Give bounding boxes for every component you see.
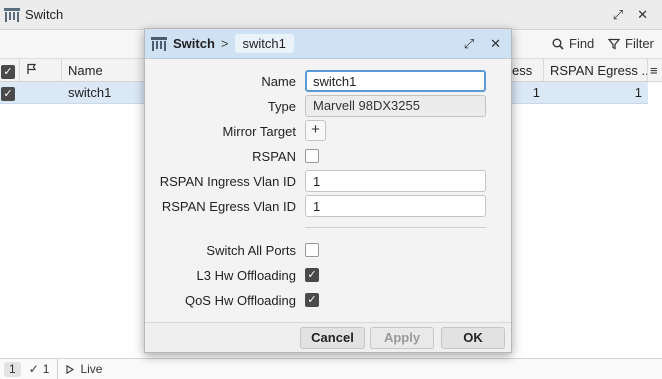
- switch-icon: [151, 36, 167, 51]
- row-rspan-egress-cell: 1: [634, 85, 642, 100]
- rspan-ingress-label: RSPAN Ingress Vlan ID: [159, 174, 296, 189]
- switch-icon: [4, 7, 20, 22]
- switch-all-ports-checkbox[interactable]: [305, 243, 319, 257]
- close-icon[interactable]: ✕: [490, 36, 501, 52]
- find-button[interactable]: Find: [552, 36, 594, 51]
- type-label: Type: [267, 99, 296, 114]
- add-mirror-target-button[interactable]: +: [305, 120, 326, 141]
- filter-icon: [608, 38, 620, 49]
- qos-hw-offloading-label: QoS Hw Offloading: [184, 293, 296, 308]
- selected-count: ✓ 1: [29, 362, 50, 376]
- main-window-titlebar: Switch ⤢ ✕: [0, 0, 662, 30]
- dialog-titlebar[interactable]: Switch > switch1 ⤢ ✕: [145, 29, 511, 59]
- switch-dialog: Switch > switch1 ⤢ ✕ Name Type Marvell 9…: [144, 28, 512, 353]
- type-field: Marvell 98DX3255: [305, 95, 486, 117]
- status-bar: 1 ✓ 1 Live: [0, 358, 662, 379]
- column-menu-icon[interactable]: ≡: [648, 59, 662, 82]
- select-all-checkbox[interactable]: ✓: [1, 64, 15, 79]
- rspan-checkbox[interactable]: [305, 149, 319, 163]
- cancel-button[interactable]: Cancel: [300, 327, 365, 349]
- restore-icon[interactable]: ⤢: [613, 7, 623, 23]
- ok-button[interactable]: OK: [441, 327, 505, 349]
- rspan-label: RSPAN: [252, 149, 296, 164]
- filter-button[interactable]: Filter: [608, 36, 654, 51]
- l3-hw-offloading-checkbox[interactable]: ✓: [305, 268, 319, 282]
- rspan-egress-label: RSPAN Egress Vlan ID: [161, 199, 296, 214]
- breadcrumb: switch1: [234, 34, 294, 53]
- rspan-egress-field[interactable]: [305, 195, 486, 217]
- name-field[interactable]: [305, 70, 486, 92]
- rspan-ingress-field[interactable]: [305, 170, 486, 192]
- search-icon: [552, 38, 564, 50]
- live-button[interactable]: Live: [66, 362, 102, 376]
- close-icon[interactable]: ✕: [637, 7, 648, 23]
- check-icon: ✓: [28, 362, 39, 376]
- status-divider: [57, 358, 59, 379]
- select-all-header[interactable]: ✓: [0, 59, 20, 82]
- plus-icon: +: [311, 121, 320, 138]
- mirror-target-label: Mirror Target: [222, 124, 296, 139]
- total-count-badge: 1: [4, 361, 21, 377]
- form-divider: [305, 227, 486, 228]
- flag-icon: [27, 63, 37, 74]
- switch-all-ports-label: Switch All Ports: [206, 243, 296, 258]
- apply-button[interactable]: Apply: [370, 327, 434, 349]
- dialog-title: Switch: [173, 36, 215, 51]
- l3-hw-offloading-label: L3 Hw Offloading: [196, 268, 297, 283]
- live-label: Live: [80, 362, 103, 376]
- find-label: Find: [569, 36, 595, 51]
- play-icon: [66, 364, 75, 374]
- selected-count-value: 1: [42, 362, 50, 376]
- name-label: Name: [261, 74, 296, 89]
- breadcrumb-separator: >: [220, 36, 229, 51]
- restore-icon[interactable]: ⤢: [464, 36, 474, 52]
- column-header-rspan-egress[interactable]: RSPAN Egress ...: [544, 59, 648, 82]
- filter-label: Filter: [625, 36, 654, 51]
- row-checkbox[interactable]: ✓: [1, 82, 15, 103]
- qos-hw-offloading-checkbox[interactable]: ✓: [305, 293, 319, 307]
- dialog-footer: Cancel Apply OK: [145, 322, 511, 352]
- window-title: Switch: [25, 7, 64, 22]
- row-rspan-ingress-cell: 1: [532, 85, 540, 100]
- row-name-cell: switch1: [68, 85, 112, 100]
- column-header-rspan-ingress[interactable]: ess: [512, 59, 544, 82]
- flag-header[interactable]: [20, 59, 62, 82]
